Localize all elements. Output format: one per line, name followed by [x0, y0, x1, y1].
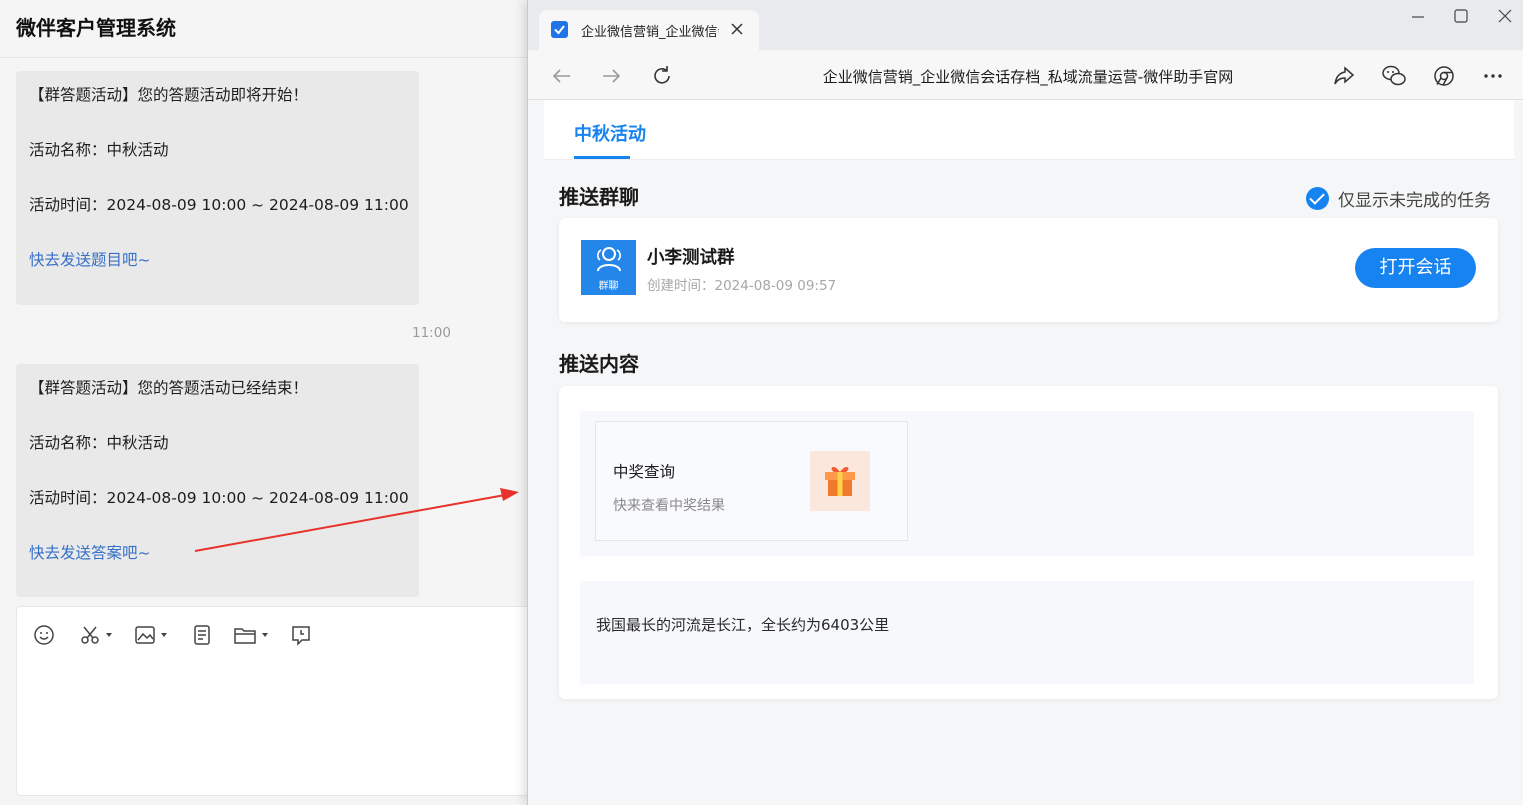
incomplete-only-filter[interactable]: 仅显示未完成的任务: [1306, 186, 1491, 211]
link-card-thumbnail: [810, 451, 870, 511]
address-bar[interactable]: 企业微信营销_企业微信会话存档_私域流量运营-微伴助手官网: [798, 66, 1258, 87]
filter-label: 仅显示未完成的任务: [1338, 190, 1491, 211]
refresh-icon[interactable]: [649, 63, 675, 89]
text-message-body: 我国最长的河流是长江，全长约为6403公里: [596, 616, 890, 634]
group-chat-card: 群聊 小李测试群 创建时间：2024-08-09 09:57 打开会话: [559, 218, 1498, 322]
wechat-icon[interactable]: [1381, 63, 1407, 89]
push-content-section-title: 推送内容: [559, 352, 639, 376]
tab-title: 企业微信营销_企业微信会话存档_私域流量运营-微伴助手官网: [581, 25, 719, 40]
chat-app: 微伴客户管理系统 【群答题活动】您的答题活动即将开始！ 活动名称：中秋活动 活动…: [0, 0, 536, 805]
link-card[interactable]: 中奖查询 快来查看中奖结果: [595, 421, 908, 541]
more-icon[interactable]: [1480, 63, 1506, 89]
check-circle-icon[interactable]: [1306, 186, 1329, 210]
group-avatar: 群聊: [581, 240, 636, 295]
browser-window: 企业微信营销_企业微信会话存档_私域流量运营-微伴助手官网 企业微信营销_企业微…: [527, 0, 1523, 805]
push-content-card: 中奖查询 快来查看中奖结果 我国最长的河流是长江，全长约为6403公里: [559, 386, 1498, 699]
close-icon[interactable]: [728, 20, 746, 38]
page-content: 中秋活动 推送群聊 仅显示未完成的任务 群聊 小李测试群 创建时间：2024-0…: [528, 100, 1523, 805]
text-message-panel: 我国最长的河流是长江，全长约为6403公里: [580, 581, 1474, 684]
tab-strip: 企业微信营销_企业微信会话存档_私域流量运营-微伴助手官网: [528, 0, 1523, 51]
browser-toolbar: 企业微信营销_企业微信会话存档_私域流量运营-微伴助手官网: [528, 50, 1523, 100]
link-card-title: 中奖查询: [613, 463, 676, 481]
favicon-icon: [551, 21, 568, 38]
activity-tabs: 中秋活动: [544, 100, 1514, 160]
share-icon[interactable]: [1331, 63, 1357, 89]
window-close-icon[interactable]: [1495, 6, 1515, 26]
maximize-icon[interactable]: [1451, 6, 1471, 26]
chrome-icon[interactable]: [1431, 63, 1457, 89]
link-message-panel: 中奖查询 快来查看中奖结果: [580, 411, 1474, 556]
group-name: 小李测试群: [647, 248, 735, 268]
browser-tab[interactable]: 企业微信营销_企业微信会话存档_私域流量运营-微伴助手官网: [539, 10, 759, 51]
tab-active-indicator: [574, 156, 630, 159]
group-users-icon: [597, 247, 621, 272]
link-card-desc: 快来查看中奖结果: [613, 498, 725, 514]
gift-box-icon: [825, 466, 855, 496]
minimize-icon[interactable]: [1408, 6, 1428, 26]
group-avatar-label: 群聊: [598, 281, 619, 292]
open-conversation-button[interactable]: 打开会话: [1355, 248, 1476, 288]
forward-arrow-icon[interactable]: [598, 63, 624, 89]
annotation-arrow: [194, 488, 519, 552]
back-arrow-icon[interactable]: [549, 63, 575, 89]
push-group-section-title: 推送群聊: [559, 185, 639, 209]
tab-mid-autumn-activity[interactable]: 中秋活动: [574, 120, 646, 146]
group-created-time: 创建时间：2024-08-09 09:57: [647, 278, 837, 294]
